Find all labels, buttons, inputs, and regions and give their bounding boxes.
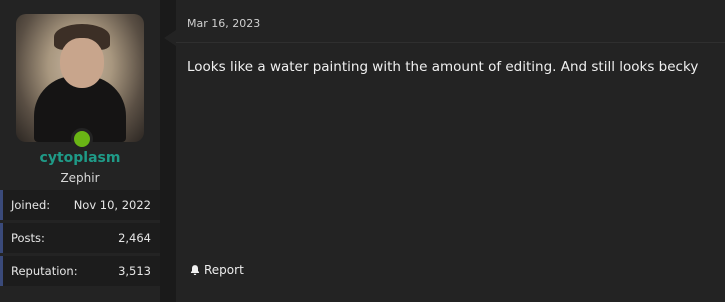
username-link[interactable]: cytoplasm: [0, 150, 160, 166]
report-button[interactable]: Report: [189, 263, 244, 277]
post-body: Looks like a water painting with the amo…: [187, 59, 699, 75]
report-label: Report: [204, 263, 244, 277]
stat-row-joined: Joined: Nov 10, 2022: [0, 190, 160, 220]
online-status-indicator: [71, 128, 93, 150]
avatar-face: [60, 38, 104, 88]
post-divider: [176, 42, 725, 43]
stat-value: 3,513: [118, 264, 151, 278]
stat-row-posts: Posts: 2,464: [0, 223, 160, 253]
stat-label: Joined:: [11, 198, 51, 212]
user-stats: Joined: Nov 10, 2022 Posts: 2,464 Reputa…: [0, 190, 160, 289]
post-pointer-arrow: [164, 30, 176, 46]
bell-icon: [190, 265, 200, 276]
stat-label: Posts:: [11, 231, 45, 245]
avatar[interactable]: [16, 14, 144, 142]
post-content: Mar 16, 2023 Looks like a water painting…: [176, 0, 725, 302]
stat-row-reputation: Reputation: 3,513: [0, 256, 160, 286]
post-date[interactable]: Mar 16, 2023: [187, 17, 260, 30]
stat-value: Nov 10, 2022: [73, 198, 151, 212]
user-title: Zephir: [60, 171, 100, 185]
stat-label: Reputation:: [11, 264, 78, 278]
stat-value: 2,464: [118, 231, 151, 245]
user-info-panel: cytoplasm Zephir Joined: Nov 10, 2022 Po…: [0, 0, 160, 302]
